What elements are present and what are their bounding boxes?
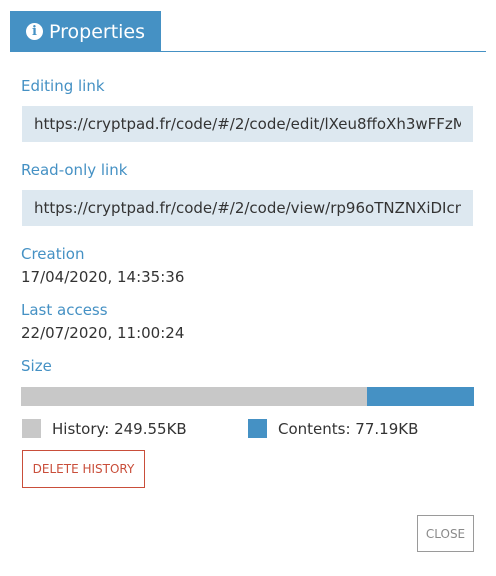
legend-contents: Contents: 77.19KB [248,419,418,438]
properties-dialog: i Properties Editing link Read-only link… [0,0,496,576]
legend-history-label: History: 249.55KB [52,419,187,438]
tab-properties[interactable]: i Properties [10,11,161,52]
size-bar [21,387,474,406]
creation-value: 17/04/2020, 14:35:36 [21,268,185,286]
close-button[interactable]: CLOSE [417,515,474,552]
last-access-value: 22/07/2020, 11:00:24 [21,324,185,342]
size-label: Size [21,357,52,375]
readonly-link-field[interactable] [22,190,473,226]
history-swatch [22,419,41,438]
legend-history: History: 249.55KB [22,419,187,438]
info-circle-icon: i [26,23,43,40]
last-access-label: Last access [21,301,108,319]
size-bar-contents-segment [366,387,474,406]
creation-label: Creation [21,245,85,263]
contents-swatch [248,419,267,438]
delete-history-button[interactable]: DELETE HISTORY [22,450,145,488]
tab-bar: i Properties [10,11,486,52]
legend-contents-label: Contents: 77.19KB [278,419,419,438]
readonly-link-label: Read-only link [21,161,128,179]
size-bar-history-segment [21,387,367,406]
editing-link-field[interactable] [22,106,473,142]
tab-properties-label: Properties [49,20,146,43]
editing-link-label: Editing link [21,77,105,95]
